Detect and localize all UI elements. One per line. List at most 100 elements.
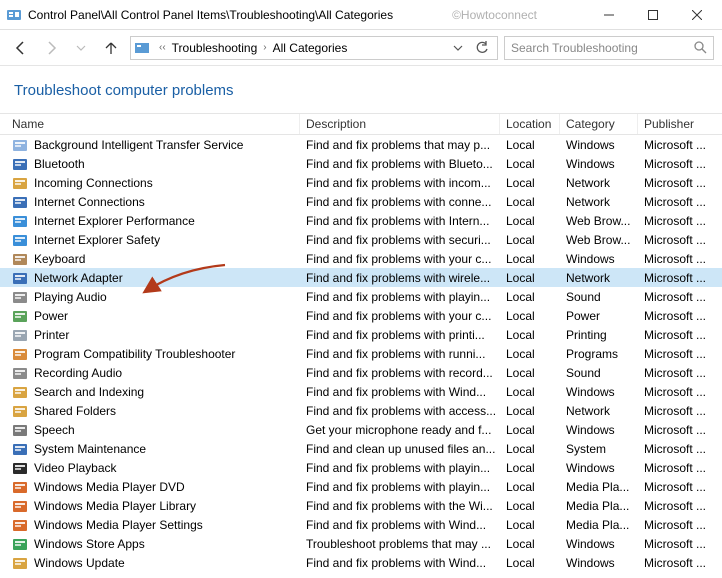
item-description: Find and fix problems with runni...	[300, 347, 500, 361]
list-item[interactable]: Network AdapterFind and fix problems wit…	[0, 268, 722, 287]
item-publisher: Microsoft ...	[638, 233, 722, 247]
list-item[interactable]: Shared FoldersFind and fix problems with…	[0, 401, 722, 420]
list-item[interactable]: Video PlaybackFind and fix problems with…	[0, 458, 722, 477]
list-item[interactable]: Speech Get your microphone ready and f...…	[0, 420, 722, 439]
item-description: Find and fix problems with Intern...	[300, 214, 500, 228]
item-icon	[12, 460, 28, 476]
item-location: Local	[500, 252, 560, 266]
item-description: Get your microphone ready and f...	[300, 423, 500, 437]
item-location: Local	[500, 556, 560, 570]
item-category: Windows	[560, 556, 638, 570]
list-item[interactable]: Incoming ConnectionsFind and fix problem…	[0, 173, 722, 192]
item-name: Windows Media Player Library	[34, 499, 196, 513]
chevron-right-icon[interactable]: ›	[259, 42, 270, 53]
item-location: Local	[500, 480, 560, 494]
chevron-icon[interactable]: ‹‹	[155, 42, 170, 53]
item-category: Media Pla...	[560, 480, 638, 494]
list-item[interactable]: Windows Media Player DVDFind and fix pro…	[0, 477, 722, 496]
item-publisher: Microsoft ...	[638, 423, 722, 437]
col-category[interactable]: Category	[560, 114, 638, 134]
list-item[interactable]: BluetoothFind and fix problems with Blue…	[0, 154, 722, 173]
col-location[interactable]: Location	[500, 114, 560, 134]
col-name[interactable]: Name	[0, 114, 300, 134]
up-button[interactable]	[98, 35, 124, 61]
item-publisher: Microsoft ...	[638, 366, 722, 380]
list-item[interactable]: Windows Media Player SettingsFind and fi…	[0, 515, 722, 534]
col-description[interactable]: Description	[300, 114, 500, 134]
list-item[interactable]: Program Compatibility TroubleshooterFind…	[0, 344, 722, 363]
item-publisher: Microsoft ...	[638, 518, 722, 532]
close-button[interactable]	[684, 5, 710, 25]
item-name: Network Adapter	[34, 271, 123, 285]
list-item[interactable]: Windows UpdateFind and fix problems with…	[0, 553, 722, 572]
item-location: Local	[500, 138, 560, 152]
list-item[interactable]: Internet ConnectionsFind and fix problem…	[0, 192, 722, 211]
item-name: Printer	[34, 328, 69, 342]
item-description: Find and fix problems with the Wi...	[300, 499, 500, 513]
breadcrumb-icon	[135, 41, 151, 55]
item-name: Internet Explorer Safety	[34, 233, 160, 247]
search-icon	[694, 41, 707, 54]
item-description: Find and fix problems with playin...	[300, 480, 500, 494]
item-name: Speech	[34, 423, 75, 437]
breadcrumb-seg-troubleshooting[interactable]: Troubleshooting	[170, 41, 260, 55]
item-location: Local	[500, 271, 560, 285]
search-input[interactable]: Search Troubleshooting	[504, 36, 714, 60]
item-icon	[12, 137, 28, 153]
item-name: Internet Connections	[34, 195, 145, 209]
minimize-button[interactable]	[596, 5, 622, 25]
item-location: Local	[500, 176, 560, 190]
item-name: Windows Store Apps	[34, 537, 145, 551]
item-category: Network	[560, 404, 638, 418]
item-name: Internet Explorer Performance	[34, 214, 195, 228]
history-dropdown[interactable]	[447, 37, 469, 59]
list-item[interactable]: Background Intelligent Transfer ServiceF…	[0, 135, 722, 154]
item-publisher: Microsoft ...	[638, 290, 722, 304]
item-icon	[12, 327, 28, 343]
item-category: Sound	[560, 290, 638, 304]
item-category: Media Pla...	[560, 499, 638, 513]
list-item[interactable]: Recording AudioFind and fix problems wit…	[0, 363, 722, 382]
list-item[interactable]: PrinterFind and fix problems with printi…	[0, 325, 722, 344]
item-category: Sound	[560, 366, 638, 380]
forward-button[interactable]	[38, 35, 64, 61]
item-publisher: Microsoft ...	[638, 537, 722, 551]
item-publisher: Microsoft ...	[638, 461, 722, 475]
maximize-button[interactable]	[640, 5, 666, 25]
item-name: Shared Folders	[34, 404, 116, 418]
item-category: System	[560, 442, 638, 456]
item-publisher: Microsoft ...	[638, 328, 722, 342]
item-category: Windows	[560, 138, 638, 152]
item-category: Windows	[560, 385, 638, 399]
list-item[interactable]: Internet Explorer Performance Find and fi…	[0, 211, 722, 230]
col-publisher[interactable]: Publisher	[638, 114, 722, 134]
item-category: Network	[560, 195, 638, 209]
back-button[interactable]	[8, 35, 34, 61]
list-item[interactable]: Windows Media Player Library Find and fix…	[0, 496, 722, 515]
breadcrumb[interactable]: ‹‹ Troubleshooting › All Categories	[130, 36, 498, 60]
item-name: Playing Audio	[34, 290, 107, 304]
item-description: Find and fix problems with playin...	[300, 290, 500, 304]
item-location: Local	[500, 214, 560, 228]
item-name: Search and Indexing	[34, 385, 144, 399]
titlebar: Control Panel\All Control Panel Items\Tr…	[0, 0, 722, 30]
list-item[interactable]: KeyboardFind and fix problems with your …	[0, 249, 722, 268]
item-description: Find and fix problems with your c...	[300, 309, 500, 323]
recent-dropdown[interactable]	[68, 35, 94, 61]
item-publisher: Microsoft ...	[638, 385, 722, 399]
list-item[interactable]: System MaintenanceFind and clean up unus…	[0, 439, 722, 458]
item-location: Local	[500, 461, 560, 475]
item-location: Local	[500, 404, 560, 418]
list-item[interactable]: Internet Explorer SafetyFind and fix pro…	[0, 230, 722, 249]
list-item[interactable]: Playing Audio Find and fix problems with …	[0, 287, 722, 306]
list-item[interactable]: Windows Store AppsTroubleshoot problems …	[0, 534, 722, 553]
item-category: Printing	[560, 328, 638, 342]
search-placeholder: Search Troubleshooting	[511, 41, 694, 55]
breadcrumb-seg-all-categories[interactable]: All Categories	[271, 41, 350, 55]
control-panel-icon	[6, 7, 22, 23]
item-publisher: Microsoft ...	[638, 309, 722, 323]
refresh-button[interactable]	[471, 37, 493, 59]
list-item[interactable]: Search and IndexingFind and fix problems…	[0, 382, 722, 401]
item-description: Find and fix problems with playin...	[300, 461, 500, 475]
list-item[interactable]: PowerFind and fix problems with your c..…	[0, 306, 722, 325]
